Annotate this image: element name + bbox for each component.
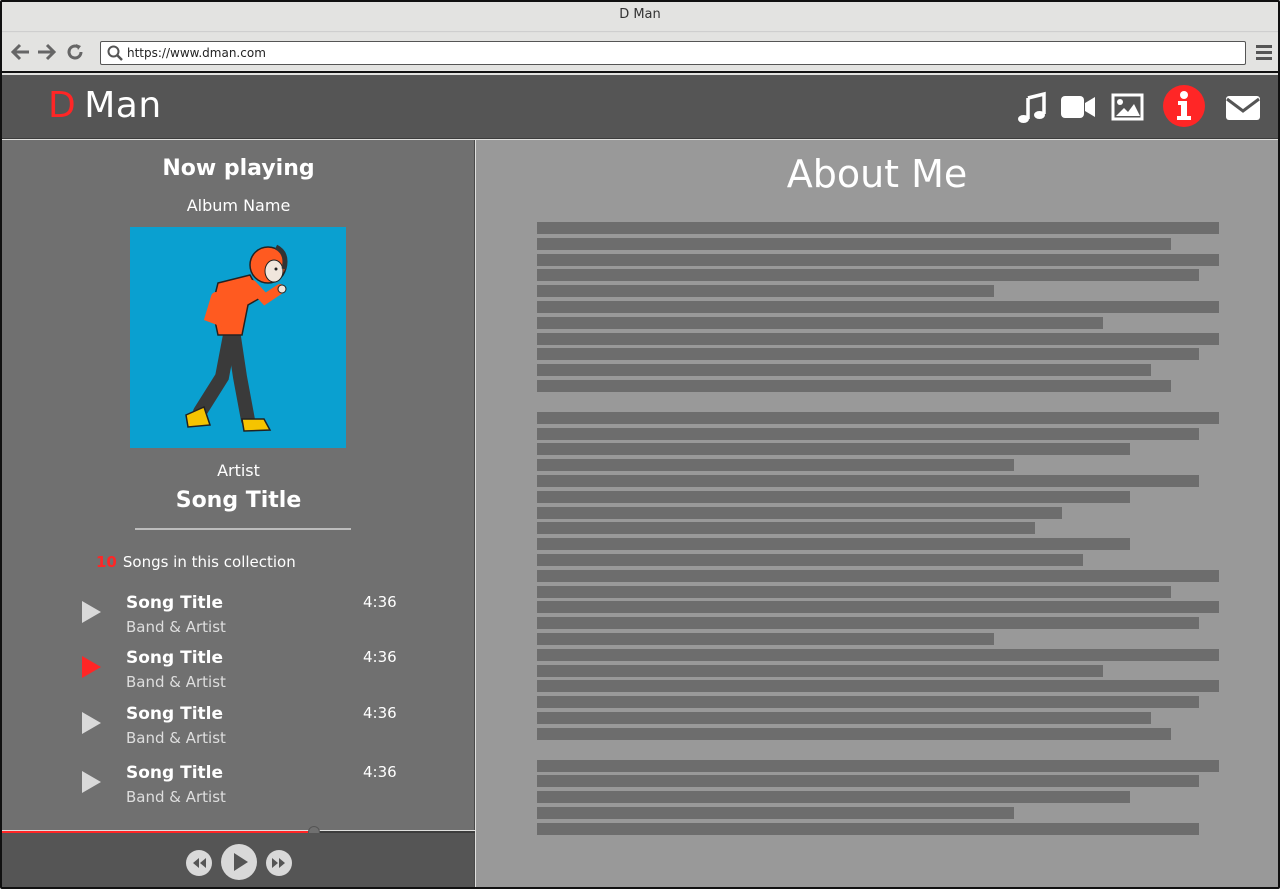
search-icon (107, 45, 123, 61)
track-title: Song Title (126, 648, 224, 668)
placeholder-text-line (537, 364, 1151, 377)
track-artist: Band & Artist (126, 618, 226, 636)
placeholder-text-line (537, 443, 1131, 456)
collection-count: 10 (96, 553, 117, 571)
fast-forward-button[interactable] (266, 850, 292, 876)
placeholder-text-line (537, 411, 1219, 424)
reload-icon[interactable] (64, 42, 86, 64)
placeholder-text-line (537, 759, 1219, 772)
placeholder-text-line (537, 554, 1083, 566)
placeholder-text-line (537, 427, 1199, 440)
collection-summary: 10 Songs in this collection (96, 553, 296, 571)
placeholder-text-line (537, 775, 1199, 788)
back-icon[interactable] (10, 42, 32, 64)
image-icon[interactable] (1110, 89, 1146, 125)
video-icon[interactable] (1060, 89, 1096, 125)
artist-name: Artist (217, 461, 260, 480)
album-name: Album Name (186, 196, 291, 215)
track-duration: 4:36 (363, 593, 397, 611)
placeholder-text-line (537, 380, 1172, 392)
placeholder-text-line (537, 727, 1172, 740)
placeholder-text-line (537, 601, 1219, 614)
placeholder-text-line (537, 285, 994, 298)
track-title: Song Title (126, 704, 224, 724)
player-panel: Now playing Album Name Artist Song Title… (2, 140, 475, 830)
menu-icon[interactable] (1256, 45, 1272, 61)
placeholder-text-line (537, 648, 1219, 661)
track-item[interactable]: Song Title Band & Artist 4:36 (2, 704, 475, 754)
placeholder-text-line (537, 791, 1131, 804)
placeholder-text-line (537, 522, 1035, 535)
play-icon[interactable] (82, 771, 101, 793)
placeholder-text-line (537, 664, 1104, 677)
placeholder-text-line (537, 332, 1219, 345)
placeholder-text-line (537, 301, 1219, 313)
rewind-button[interactable] (186, 850, 212, 876)
play-icon[interactable] (82, 712, 101, 734)
placeholder-text-line (537, 585, 1172, 598)
placeholder-text-line (537, 222, 1219, 234)
site-header: D Man (2, 75, 1278, 139)
placeholder-text-line (537, 807, 1015, 819)
current-song-title: Song Title (175, 488, 302, 513)
about-title: About Me (786, 152, 968, 196)
track-item-active[interactable]: Song Title Band & Artist 4:36 (2, 648, 475, 698)
placeholder-text-line (537, 237, 1172, 250)
placeholder-text-line (537, 680, 1219, 693)
placeholder-text-line (537, 538, 1131, 551)
play-icon (234, 853, 248, 871)
site-logo[interactable]: D Man (48, 85, 162, 126)
mail-icon[interactable] (1224, 89, 1260, 125)
placeholder-text-line (537, 316, 1104, 329)
placeholder-text-line (537, 253, 1219, 266)
forward-icon[interactable] (35, 42, 57, 64)
track-duration: 4:36 (363, 648, 397, 666)
track-item[interactable]: Song Title Band & Artist 4:36 (2, 593, 475, 643)
placeholder-text-line (537, 269, 1199, 282)
divider (135, 528, 351, 530)
address-bar[interactable] (100, 41, 1246, 65)
info-icon[interactable] (1162, 84, 1206, 128)
track-duration: 4:36 (363, 763, 397, 781)
track-artist: Band & Artist (126, 729, 226, 747)
track-item[interactable]: Song Title Band & Artist 4:36 (2, 763, 475, 813)
now-playing-heading: Now playing (162, 156, 315, 181)
placeholder-text-line (537, 617, 1199, 630)
track-artist: Band & Artist (126, 788, 226, 806)
placeholder-text-line (537, 506, 1063, 519)
browser-toolbar (2, 33, 1278, 73)
placeholder-text-line (537, 475, 1199, 487)
play-icon[interactable] (82, 601, 101, 623)
placeholder-text-line (537, 490, 1131, 503)
placeholder-text-line (537, 569, 1219, 582)
placeholder-text-line (537, 712, 1151, 724)
rewind-icon (193, 858, 206, 868)
browser-window: D Man DMan (0, 0, 1280, 889)
music-icon[interactable] (1014, 89, 1050, 125)
url-input[interactable] (127, 44, 1227, 62)
collection-label: Songs in this collection (122, 553, 296, 571)
player-controls (2, 833, 475, 887)
track-title: Song Title (126, 763, 224, 783)
placeholder-text-line (537, 696, 1199, 709)
placeholder-text-line (537, 822, 1199, 835)
track-title: Song Title (126, 593, 224, 613)
track-duration: 4:36 (363, 704, 397, 722)
album-art (130, 227, 346, 448)
play-button[interactable] (221, 844, 257, 880)
placeholder-text-line (537, 459, 1015, 472)
play-icon[interactable] (82, 656, 101, 678)
placeholder-text-line (537, 348, 1199, 361)
fast-forward-icon (272, 858, 285, 868)
placeholder-text-line (537, 633, 994, 645)
track-artist: Band & Artist (126, 673, 226, 691)
window-title: D Man (2, 2, 1278, 32)
about-section: About Me (476, 140, 1278, 887)
